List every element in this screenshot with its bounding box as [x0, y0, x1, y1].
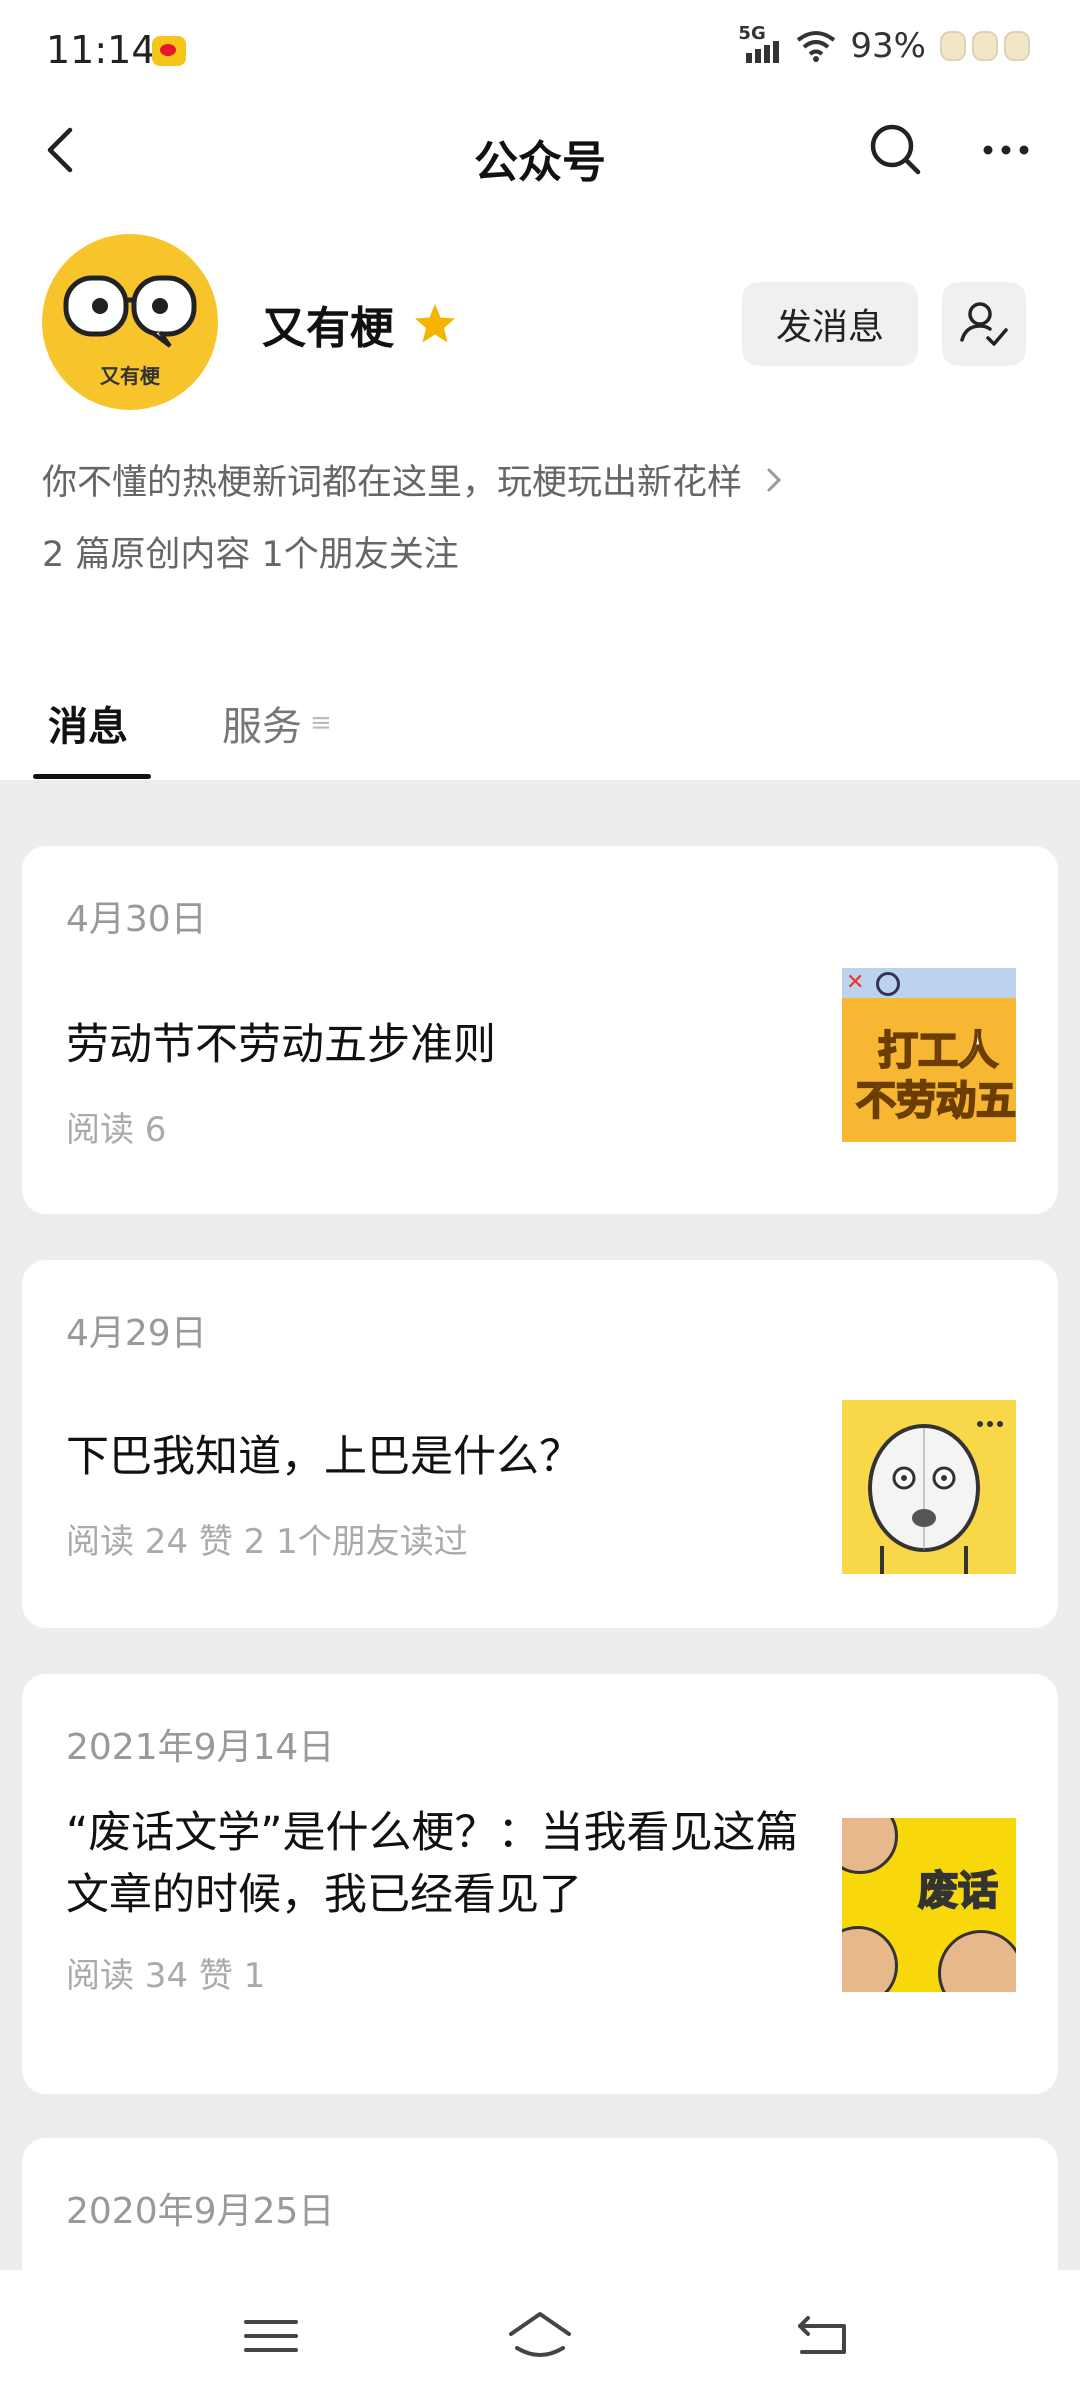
tab-bar: 消息 服务 ≡: [0, 680, 1080, 780]
account-name-text: 又有梗: [262, 303, 394, 354]
account-name: 又有梗: [262, 292, 458, 356]
post-meta: 阅读 6: [66, 1110, 167, 1150]
post-date: 2020年9月25日: [66, 2191, 335, 2232]
network-type: 5G: [738, 23, 766, 44]
post-card[interactable]: 4月30日 劳动节不劳动五步准则 阅读 6 ✕ 打工人 不劳动五: [22, 846, 1058, 1214]
status-bar: 11:14 5G 93%: [0, 0, 1080, 100]
tab-services-label: 服务: [222, 704, 302, 750]
wifi-icon: [797, 31, 836, 62]
post-thumbnail[interactable]: ✕ 打工人 不劳动五: [842, 968, 1016, 1142]
weibo-notification-icon: [152, 36, 186, 66]
thumbnail-text-2: 不劳动五: [855, 1077, 1016, 1125]
thumbnail-text: 废话: [917, 1867, 999, 1915]
active-tab-indicator: [33, 774, 151, 779]
post-date: 4月30日: [66, 899, 207, 940]
post-card[interactable]: 4月29日 下巴我知道，上巴是什么？ 阅读 24 赞 2 1个朋友读过: [22, 1260, 1058, 1628]
back-nav-icon[interactable]: [788, 2306, 858, 2366]
nav-bar: 公众号: [0, 100, 1080, 200]
system-navigation-bar: [0, 2270, 1080, 2400]
battery-percent: 93%: [850, 26, 926, 66]
status-time: 11:14: [46, 28, 156, 72]
post-date: 2021年9月14日: [66, 1727, 335, 1768]
menu-icon: ≡: [310, 708, 332, 738]
post-title[interactable]: 劳动节不劳动五步准则: [66, 1014, 826, 1076]
circle-icon: [876, 972, 900, 996]
signal-icon: 5G: [738, 23, 782, 63]
chevron-right-icon: [767, 468, 782, 491]
post-card[interactable]: 2021年9月14日 “废话文学”是什么梗？：当我看见这篇文章的时候，我已经看见…: [22, 1674, 1058, 2094]
description-text: 你不懂的热梗新词都在这里，玩梗玩出新花样: [42, 463, 743, 503]
post-card[interactable]: 2020年9月25日 秋天的第一杯奶茶？该黄的都黄了: [22, 2138, 1058, 2270]
post-meta: 阅读 24 赞 2 1个朋友读过: [66, 1522, 468, 1562]
followed-button[interactable]: [942, 282, 1026, 366]
account-description[interactable]: 你不懂的热梗新词都在这里，玩梗玩出新花样: [42, 454, 784, 505]
post-title[interactable]: 下巴我知道，上巴是什么？: [66, 1426, 826, 1488]
user-check-icon: [960, 302, 1008, 346]
post-thumbnail[interactable]: [842, 1400, 1016, 1574]
message-feed[interactable]: 4月30日 劳动节不劳动五步准则 阅读 6 ✕ 打工人 不劳动五 4月29日 下…: [0, 780, 1080, 2270]
tab-messages[interactable]: 消息: [48, 694, 128, 752]
battery-icon: [940, 31, 1030, 61]
search-icon[interactable]: [866, 120, 926, 180]
close-icon: ✕: [846, 970, 865, 995]
tab-services[interactable]: 服务 ≡: [222, 694, 332, 752]
meme-face-image: [868, 1421, 1003, 1574]
post-title[interactable]: 秋天的第一杯奶茶？该黄的都黄了: [66, 2262, 826, 2270]
home-icon[interactable]: [505, 2306, 575, 2366]
post-thumbnail[interactable]: 废话: [842, 1818, 1016, 1992]
star-icon: [415, 304, 455, 343]
account-stats[interactable]: 2 篇原创内容 1个朋友关注: [42, 526, 459, 577]
post-title[interactable]: “废话文学”是什么梗？：当我看见这篇文章的时候，我已经看见了: [66, 1802, 826, 1926]
avatar-label: 又有梗: [100, 364, 160, 388]
recent-apps-icon[interactable]: [236, 2306, 306, 2366]
account-avatar[interactable]: 又有梗: [42, 234, 218, 410]
post-date: 4月29日: [66, 1313, 207, 1354]
post-meta: 阅读 34 赞 1: [66, 1956, 266, 1996]
more-options-icon[interactable]: [976, 120, 1036, 180]
send-message-button[interactable]: 发消息: [742, 282, 918, 366]
